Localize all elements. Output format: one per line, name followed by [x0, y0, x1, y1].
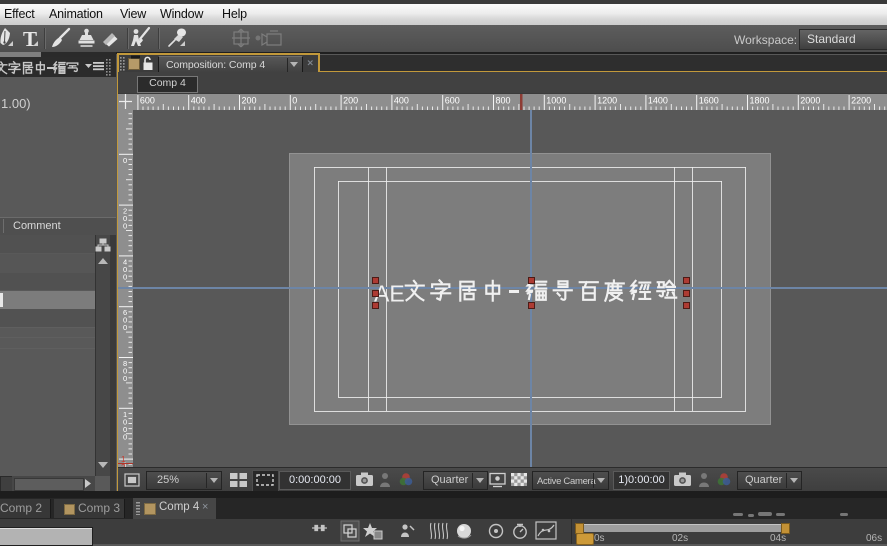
svg-text:T: T [23, 27, 37, 51]
